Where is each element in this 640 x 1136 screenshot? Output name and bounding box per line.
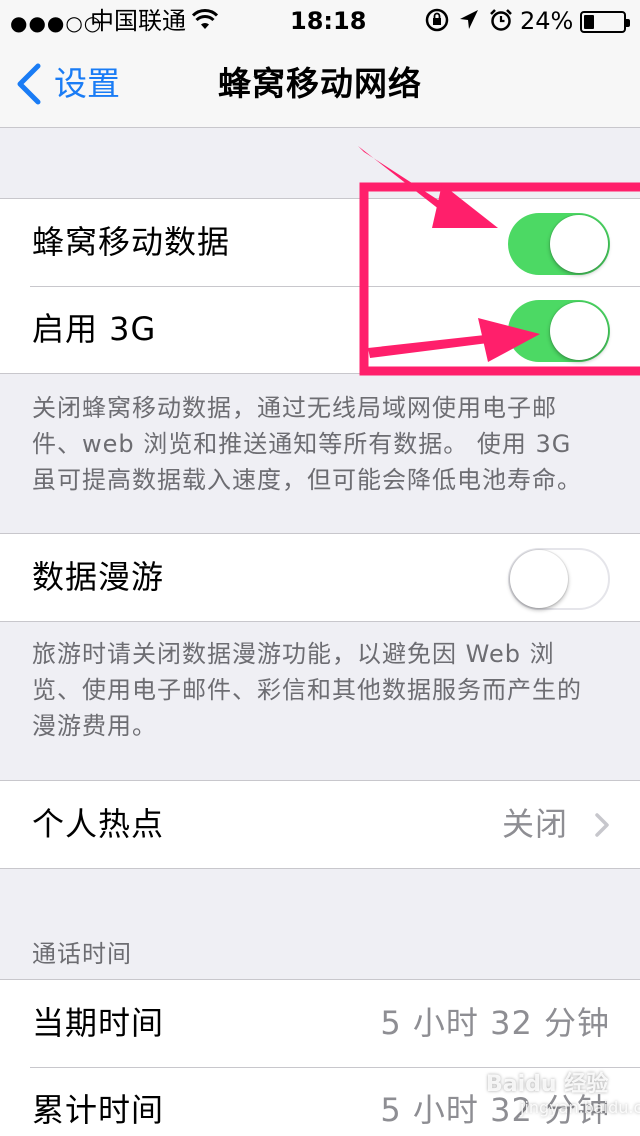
cellular-footnote: 关闭蜂窝移动数据，通过无线局域网使用电子邮件、web 浏览和推送通知等所有数据。…: [32, 394, 582, 494]
data-roaming-label: 数据漫游: [32, 558, 165, 596]
toggle-knob: [550, 302, 608, 360]
personal-hotspot-value: 关闭: [501, 805, 568, 843]
call-time-header: 通话时间: [32, 940, 132, 968]
chevron-right-icon: [595, 813, 609, 837]
battery-fill: [584, 15, 595, 29]
orientation-lock-icon: [424, 8, 450, 38]
enable-3g-row: 启用 3G: [0, 286, 640, 373]
page-title: 蜂窝移动网络: [218, 64, 422, 103]
toggle-knob: [550, 215, 608, 273]
cellular-data-toggle[interactable]: [508, 213, 610, 275]
cellular-data-label: 蜂窝移动数据: [32, 223, 231, 261]
navigation-bar: 设置 蜂窝移动网络: [0, 40, 640, 128]
watermark-logo: Baidu 经验: [486, 1072, 609, 1097]
cellular-settings-group: 蜂窝移动数据 启用 3G: [0, 198, 640, 374]
roaming-footnote: 旅游时请关闭数据漫游功能，以避免因 Web 浏览、使用电子邮件、彩信和其他数据服…: [32, 640, 582, 740]
alarm-icon: [489, 8, 513, 38]
cellular-data-row: 蜂窝移动数据: [0, 199, 640, 286]
data-roaming-toggle[interactable]: [508, 548, 610, 610]
signal-strength-icon: ●●●○○: [10, 11, 103, 35]
roaming-group: 数据漫游: [0, 533, 640, 622]
current-period-value: 5 小时 32 分钟: [380, 1004, 610, 1042]
enable-3g-label: 启用 3G: [32, 310, 157, 348]
data-roaming-row: 数据漫游: [0, 534, 640, 621]
status-bar: ●●●○○ 中国联通 18:18 24%: [0, 0, 640, 40]
location-icon: [458, 8, 480, 38]
toggle-knob: [510, 550, 568, 608]
carrier-name: 中国联通: [90, 7, 186, 35]
battery-nub: [626, 19, 630, 27]
current-period-label: 当期时间: [32, 1004, 165, 1042]
battery-percent: 24%: [520, 7, 574, 35]
lifetime-label: 累计时间: [32, 1091, 165, 1129]
personal-hotspot-row[interactable]: 个人热点 关闭: [0, 781, 640, 868]
wifi-icon: [191, 9, 219, 37]
enable-3g-toggle[interactable]: [508, 300, 610, 362]
battery-icon: [580, 11, 630, 33]
current-period-row: 当期时间 5 小时 32 分钟: [0, 980, 640, 1067]
hotspot-group: 个人热点 关闭: [0, 780, 640, 869]
watermark-url: jingyan.baidu.com: [520, 1098, 640, 1117]
personal-hotspot-label: 个人热点: [32, 805, 165, 843]
clock: 18:18: [290, 7, 367, 35]
